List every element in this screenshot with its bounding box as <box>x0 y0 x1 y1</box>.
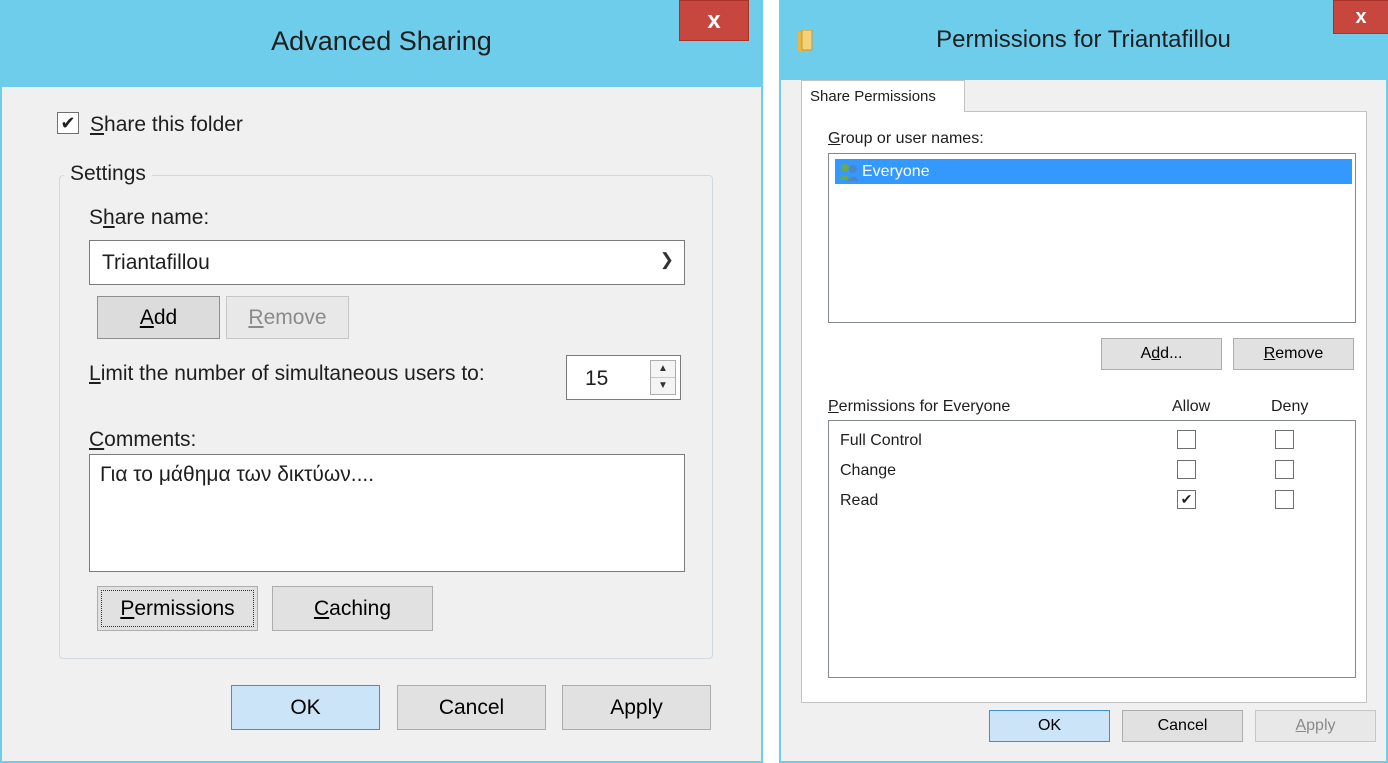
deny-full-control-checkbox[interactable] <box>1275 430 1294 449</box>
comments-value: Για το μάθημα των δικτύων.... <box>100 463 375 486</box>
list-item[interactable]: Everyone <box>835 159 1352 184</box>
allow-read-checkbox[interactable]: ✔ <box>1177 490 1196 509</box>
permissions-list <box>828 420 1356 678</box>
permissions-header-label: Permissions for Everyone <box>828 398 1011 415</box>
allow-full-control-checkbox[interactable] <box>1177 430 1196 449</box>
chevron-down-icon[interactable]: ❯ <box>660 250 674 270</box>
deny-header: Deny <box>1271 398 1309 415</box>
checkmark-icon: ✔ <box>1180 491 1193 507</box>
share-name-combobox[interactable]: Triantafillou ❯ <box>89 240 685 285</box>
apply-button[interactable]: Apply <box>1255 710 1376 742</box>
close-icon: x <box>707 6 721 34</box>
tab-share-permissions[interactable]: Share Permissions <box>801 80 965 112</box>
ok-button[interactable]: OK <box>989 710 1110 742</box>
users-listbox[interactable]: Everyone <box>828 153 1356 323</box>
limit-users-label: Limit the number of simultaneous users t… <box>89 362 485 385</box>
cancel-button[interactable]: Cancel <box>1122 710 1243 742</box>
add-user-button[interactable]: Ad d... <box>1101 338 1222 370</box>
allow-change-checkbox[interactable] <box>1177 460 1196 479</box>
advanced-sharing-titlebar[interactable]: Advanced Sharing x <box>2 0 761 87</box>
permission-label-read: Read <box>840 492 879 509</box>
share-folder-checkbox[interactable]: ✔ <box>57 112 79 134</box>
users-group-icon <box>839 163 859 181</box>
spin-down-icon[interactable]: ▼ <box>651 378 675 394</box>
close-button[interactable]: x <box>679 0 749 41</box>
advanced-sharing-title: Advanced Sharing <box>271 26 492 56</box>
settings-group-title: Settings <box>64 162 152 186</box>
group-users-label: Group or user names: <box>828 130 984 147</box>
share-folder-label[interactable]: Share this folder <box>90 113 243 137</box>
checkmark-icon: ✔ <box>60 112 76 133</box>
advanced-sharing-dialog: Advanced Sharing x ✔ Share this folder S… <box>0 0 763 763</box>
share-name-label: Share name: <box>89 206 210 229</box>
permissions-dialog: Permissions for Triantafillou x Share Pe… <box>779 0 1388 763</box>
deny-read-checkbox[interactable] <box>1275 490 1294 509</box>
share-name-value: Triantafillou <box>102 250 210 274</box>
permissions-titlebar[interactable]: Permissions for Triantafillou x <box>781 0 1388 80</box>
user-name: Everyone <box>862 162 930 180</box>
comments-textarea[interactable]: Για το μάθημα των δικτύων.... <box>89 454 685 572</box>
close-button[interactable]: x <box>1333 0 1388 34</box>
close-icon: x <box>1355 5 1367 28</box>
user-limit-spinner[interactable]: 15 ▲ ▼ <box>566 355 681 400</box>
deny-change-checkbox[interactable] <box>1275 460 1294 479</box>
remove-user-button[interactable]: Remove <box>1233 338 1354 370</box>
cancel-button[interactable]: Cancel <box>397 685 546 730</box>
caching-button[interactable]: Caching <box>272 586 433 631</box>
spin-up-icon[interactable]: ▲ <box>651 361 675 377</box>
remove-button[interactable]: Remove <box>226 296 349 339</box>
ok-button[interactable]: OK <box>231 685 380 730</box>
permissions-button[interactable]: Permissions <box>97 586 258 631</box>
permission-label-change: Change <box>840 462 897 479</box>
apply-button[interactable]: Apply <box>562 685 711 730</box>
add-button[interactable]: Add <box>97 296 220 339</box>
permission-label-full-control: Full Control <box>840 432 922 449</box>
spinner-buttons: ▲ ▼ <box>650 360 676 395</box>
permissions-title: Permissions for Triantafillou <box>936 26 1231 53</box>
allow-header: Allow <box>1172 398 1211 415</box>
comments-label: Comments: <box>89 428 197 451</box>
user-limit-value: 15 <box>585 367 609 390</box>
